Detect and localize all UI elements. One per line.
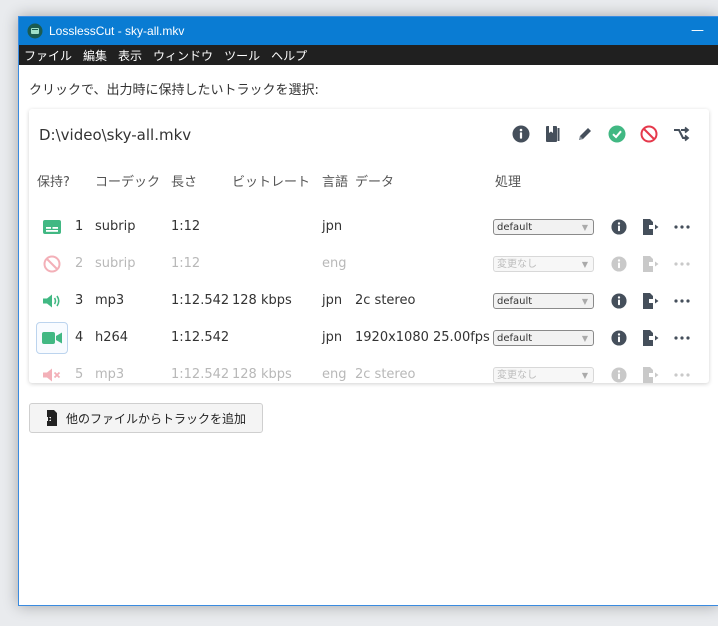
disposition-value: default	[497, 296, 533, 307]
disposition-value: 変更なし	[497, 370, 537, 381]
disposition-value: default	[497, 222, 533, 233]
col-data: データ	[355, 175, 395, 190]
track-data: 1920x1080 25.00fps	[355, 330, 490, 345]
track-language: jpn	[322, 293, 343, 308]
track-language: eng	[322, 367, 347, 382]
track-codec: h264	[95, 330, 129, 345]
track-row[interactable]: 3 mp3 1:12.542 128 kbps jpn 2c stereo de…	[29, 286, 709, 316]
track-row[interactable]: 2 subrip 1:12 eng 変更なし ▼	[29, 249, 709, 279]
add-tracks-label: 他のファイルからトラックを追加	[66, 411, 247, 426]
minimize-button[interactable]: —	[691, 23, 704, 38]
track-row[interactable]: 4 h264 1:12.542 jpn 1920x1080 25.00fps d…	[29, 322, 709, 354]
track-duration: 1:12.542	[171, 330, 230, 345]
app-logo-icon	[27, 23, 43, 39]
window-title: LosslessCut - sky-all.mkv	[49, 24, 185, 38]
menu-edit[interactable]: 編集	[78, 47, 113, 64]
app-window: LosslessCut - sky-all.mkv — ファイル 編集 表示 ウ…	[18, 16, 718, 606]
disposition-value: default	[497, 333, 533, 344]
add-tracks-from-file-button[interactable]: 他のファイルからトラックを追加	[29, 403, 263, 433]
more-dots-icon[interactable]	[672, 254, 692, 274]
check-circle-icon[interactable]	[607, 124, 627, 144]
disposition-select[interactable]: default ▼	[493, 219, 594, 235]
shuffle-icon[interactable]	[671, 124, 691, 144]
info-circle-icon[interactable]	[609, 291, 629, 311]
col-bitrate: ビットレート	[232, 175, 311, 190]
track-duration: 1:12.542	[171, 293, 230, 308]
more-dots-icon[interactable]	[672, 365, 692, 385]
chevron-down-icon: ▼	[581, 334, 588, 343]
track-index: 4	[75, 330, 84, 345]
track-language: jpn	[322, 330, 343, 345]
menu-file[interactable]: ファイル	[19, 47, 78, 64]
more-dots-icon[interactable]	[672, 291, 692, 311]
pencil-icon[interactable]	[575, 124, 595, 144]
disposition-select[interactable]: default ▼	[493, 330, 594, 346]
info-circle-icon[interactable]	[609, 328, 629, 348]
file-export-icon[interactable]	[640, 254, 660, 274]
track-bitrate: 128 kbps	[232, 367, 292, 382]
track-language: jpn	[322, 219, 343, 234]
menu-help[interactable]: ヘルプ	[266, 47, 313, 64]
bookmark-icon[interactable]	[543, 124, 563, 144]
menu-tools[interactable]: ツール	[219, 47, 266, 64]
disposition-select[interactable]: 変更なし ▼	[493, 256, 594, 272]
ban-icon[interactable]	[639, 124, 659, 144]
chevron-down-icon: ▼	[581, 223, 588, 232]
file-export-icon[interactable]	[640, 217, 660, 237]
col-duration: 長さ	[171, 175, 198, 190]
track-codec: mp3	[95, 367, 125, 382]
menu-view[interactable]: 表示	[113, 47, 148, 64]
menu-window[interactable]: ウィンドウ	[148, 47, 219, 64]
track-index: 2	[75, 256, 84, 271]
track-codec: subrip	[95, 256, 136, 271]
subtitle-icon[interactable]	[36, 212, 68, 242]
file-export-icon[interactable]	[640, 291, 660, 311]
track-bitrate: 128 kbps	[232, 293, 292, 308]
col-keep: 保持?	[37, 175, 70, 190]
disposition-value: 変更なし	[497, 259, 537, 270]
info-circle-icon[interactable]	[609, 254, 629, 274]
track-data: 2c stereo	[355, 367, 416, 382]
track-codec: mp3	[95, 293, 125, 308]
more-dots-icon[interactable]	[672, 217, 692, 237]
track-index: 5	[75, 367, 84, 382]
track-duration: 1:12	[171, 219, 201, 234]
track-duration: 1:12	[171, 256, 201, 271]
video-camera-icon[interactable]	[36, 322, 68, 354]
file-import-icon	[42, 409, 58, 427]
track-language: eng	[322, 256, 347, 271]
volume-icon[interactable]	[36, 286, 68, 316]
track-data: 2c stereo	[355, 293, 416, 308]
chevron-down-icon: ▼	[581, 260, 588, 269]
chevron-down-icon: ▼	[581, 297, 588, 306]
info-circle-icon[interactable]	[609, 217, 629, 237]
menu-bar: ファイル 編集 表示 ウィンドウ ツール ヘルプ	[19, 45, 718, 65]
track-row[interactable]: 1 subrip 1:12 jpn default ▼	[29, 212, 709, 242]
ban-icon[interactable]	[36, 249, 68, 279]
disposition-select[interactable]: 変更なし ▼	[493, 367, 594, 383]
col-action: 処理	[495, 175, 522, 190]
chevron-down-icon: ▼	[581, 371, 588, 380]
track-index: 3	[75, 293, 84, 308]
track-index: 1	[75, 219, 84, 234]
instruction-text: クリックで、出力時に保持したいトラックを選択:	[29, 83, 319, 98]
track-table-header: 保持? コーデック 長さ ビットレート 言語 データ 処理	[29, 171, 709, 191]
track-duration: 1:12.542	[171, 367, 230, 382]
info-circle-icon[interactable]	[511, 124, 531, 144]
file-path: D:\video\sky-all.mkv	[39, 126, 192, 144]
info-circle-icon[interactable]	[609, 365, 629, 385]
title-bar[interactable]: LosslessCut - sky-all.mkv —	[19, 17, 718, 45]
track-row[interactable]: 5 mp3 1:12.542 128 kbps eng 2c stereo 変更…	[29, 360, 709, 390]
more-dots-icon[interactable]	[672, 328, 692, 348]
file-export-icon[interactable]	[640, 328, 660, 348]
file-export-icon[interactable]	[640, 365, 660, 385]
volume-mute-icon[interactable]	[36, 360, 68, 390]
file-tracks-card: D:\video\sky-all.mkv 保持? コーデック 長さ ビットレート…	[29, 109, 709, 383]
col-language: 言語	[322, 175, 349, 190]
track-codec: subrip	[95, 219, 136, 234]
col-codec: コーデック	[95, 175, 161, 190]
disposition-select[interactable]: default ▼	[493, 293, 594, 309]
